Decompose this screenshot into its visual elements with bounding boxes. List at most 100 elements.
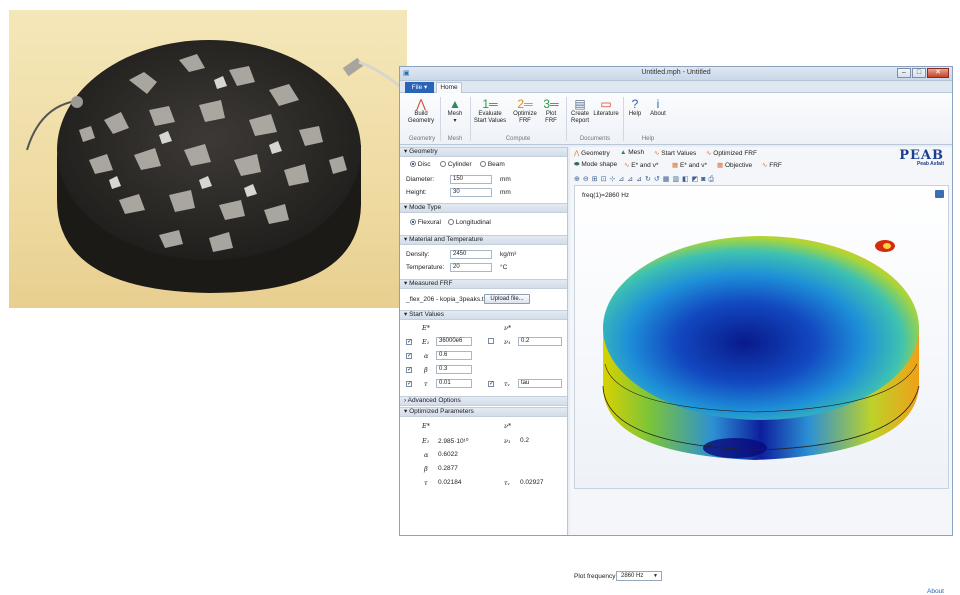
scene-light-icon[interactable]: ◩ xyxy=(692,176,702,183)
longitudinal-radio[interactable] xyxy=(448,219,454,226)
graphics-window[interactable]: freq(1)=2860 Hz xyxy=(574,185,949,489)
file-menu-tab[interactable]: File ▾ xyxy=(405,82,434,93)
group-label-compute: Compute xyxy=(505,136,531,142)
opt-beta-symbol: β xyxy=(424,465,428,473)
mesh-button[interactable]: ▲ Mesh ▾ xyxy=(444,97,466,124)
optimize-frf-button[interactable]: 2═ Optimize FRF xyxy=(511,97,539,124)
help-button[interactable]: ? Help xyxy=(626,97,644,118)
minimize-button[interactable]: – xyxy=(897,68,911,78)
info-icon: i xyxy=(656,97,660,111)
settings-panel: ▾ Geometry Disc Cylinder Beam Diameter: … xyxy=(400,147,568,535)
maximize-button[interactable]: □ xyxy=(912,68,926,78)
cylinder-radio[interactable] xyxy=(440,161,446,168)
diameter-field[interactable]: 150 xyxy=(450,175,492,184)
zoom-box-icon[interactable]: ⊞ xyxy=(592,176,601,183)
reset-view-icon[interactable]: ↺ xyxy=(654,176,663,183)
plot-geometry-button[interactable]: ⋀ Geometry xyxy=(574,149,610,157)
ribbon-tabs: File ▾ Home xyxy=(400,81,952,94)
tau-nu-symbol: τᵥ xyxy=(504,380,511,388)
view-yz-icon[interactable]: ⊿ xyxy=(627,176,636,183)
tau-start-field[interactable]: 0.01 xyxy=(436,379,472,388)
view-zx-icon[interactable]: ⊿ xyxy=(636,176,645,183)
e1-symbol: E₁ xyxy=(422,338,430,346)
e1-checkbox[interactable]: ✓ xyxy=(406,339,412,345)
grid-icon[interactable]: ▦ xyxy=(663,176,673,183)
tau-nu-start-field[interactable]: tau xyxy=(518,379,562,388)
build-geometry-icon: ⋀ xyxy=(416,97,426,111)
temperature-field[interactable]: 20 xyxy=(450,263,492,272)
geometry-section-header[interactable]: ▾ Geometry xyxy=(400,147,567,157)
report-icon: ▤ xyxy=(574,97,586,111)
specimen-photo xyxy=(9,10,407,308)
create-report-button[interactable]: ▤ Create Report xyxy=(569,97,591,124)
tau-checkbox[interactable]: ✓ xyxy=(406,381,412,387)
start-values-section-header[interactable]: ▾ Start Values xyxy=(400,310,567,320)
height-field[interactable]: 30 xyxy=(450,188,492,197)
plot-frequency-label: Plot frequency: xyxy=(574,573,618,580)
mode-shape-plot xyxy=(602,236,920,460)
upload-file-button[interactable]: Upload file... xyxy=(484,294,530,304)
table-icon: ▦ xyxy=(672,162,679,169)
plot-e-nu-curve-button[interactable]: ∿ E* and ν* xyxy=(624,161,658,169)
temperature-label: Temperature: xyxy=(406,264,445,271)
help-icon: ? xyxy=(631,97,639,111)
density-field[interactable]: 2450 xyxy=(450,250,492,259)
mode-flexural-option[interactable]: Flexural xyxy=(410,219,441,226)
plot-start-values-button[interactable]: ∿ Start Values xyxy=(654,149,696,157)
wireframe-icon[interactable]: ▥ xyxy=(672,176,682,183)
close-button[interactable]: ✕ xyxy=(927,68,949,78)
ribbon: ⋀ Build Geometry ▲ Mesh ▾ 1═ Evaluate St… xyxy=(400,93,952,145)
print-icon[interactable]: ⎙ xyxy=(708,176,717,183)
literature-button[interactable]: ▭ Literature xyxy=(593,97,619,118)
about-link[interactable]: About xyxy=(927,588,944,595)
opt-beta-value: 0.2877 xyxy=(438,465,458,472)
disc-radio[interactable] xyxy=(410,161,416,168)
plot-objective-button[interactable]: ▦ Objective xyxy=(717,161,752,169)
optimized-parameters-section-header[interactable]: ▾ Optimized Parameters xyxy=(400,407,567,417)
mode-type-section-header[interactable]: ▾ Mode Type xyxy=(400,203,567,213)
about-button[interactable]: i About xyxy=(648,97,668,118)
opt-alpha-symbol: α xyxy=(424,451,429,459)
alpha-checkbox[interactable]: ✓ xyxy=(406,353,412,359)
height-unit: mm xyxy=(500,189,511,196)
opt-e1-value: 2.985·10¹⁰ xyxy=(438,438,469,445)
material-section-header[interactable]: ▾ Material and Temperature xyxy=(400,235,567,245)
plot-e-nu-table-button[interactable]: ▦ E* and ν* xyxy=(672,161,707,169)
alpha-start-field[interactable]: 0.6 xyxy=(436,351,472,360)
frf-file-name: _flex_206 - kopia_3peaks.txt xyxy=(406,296,489,303)
shape-beam-option[interactable]: Beam xyxy=(480,161,505,168)
opt-nu-column-header: ν* xyxy=(504,422,512,430)
shape-cylinder-option[interactable]: Cylinder xyxy=(440,161,472,168)
beta-checkbox[interactable]: ✓ xyxy=(406,367,412,373)
measured-frf-section-header[interactable]: ▾ Measured FRF xyxy=(400,279,567,289)
plot-mode-shape-button[interactable]: ⬬ Mode shape xyxy=(574,161,617,169)
plot-frequency-select[interactable]: 2860 Hz ▼ xyxy=(616,571,662,581)
evaluate-start-values-button[interactable]: 1═ Evaluate Start Values xyxy=(473,97,507,124)
plot-panel: ⋀ Geometry ▲ Mesh ∿ Start Values ∿ Optim… xyxy=(570,147,952,595)
build-geometry-button[interactable]: ⋀ Build Geometry xyxy=(406,97,436,124)
density-unit: kg/m³ xyxy=(500,251,517,258)
height-label: Height: xyxy=(406,189,427,196)
plot-frf-button[interactable]: 3═ Plot FRF xyxy=(541,97,561,124)
beta-start-field[interactable]: 0.3 xyxy=(436,365,472,374)
advanced-options-section-header[interactable]: › Advanced Options xyxy=(400,396,567,406)
flexural-radio[interactable] xyxy=(410,219,416,226)
e1-start-field[interactable]: 36000e6 xyxy=(436,337,472,346)
zoom-in-icon[interactable]: ⊕ xyxy=(574,176,583,183)
transparency-icon[interactable]: ◧ xyxy=(682,176,692,183)
zoom-extents-icon[interactable]: ⊡ xyxy=(601,176,610,183)
beam-radio[interactable] xyxy=(480,161,486,168)
rotate-icon[interactable]: ↻ xyxy=(645,176,654,183)
nu1-start-field[interactable]: 0.2 xyxy=(518,337,562,346)
tau-nu-checkbox[interactable]: ✓ xyxy=(488,381,494,387)
plot-mesh-button[interactable]: ▲ Mesh xyxy=(620,149,644,156)
plot-frf-button[interactable]: ∿ FRF xyxy=(762,161,782,169)
group-label-geometry: Geometry xyxy=(408,136,436,142)
opt-tau-nu-value: 0.02927 xyxy=(520,479,544,486)
view-xy-icon[interactable]: ⊿ xyxy=(618,176,627,183)
shape-disc-option[interactable]: Disc xyxy=(410,161,430,168)
nu1-checkbox[interactable] xyxy=(488,338,494,344)
mode-longitudinal-option[interactable]: Longitudinal xyxy=(448,219,491,226)
plot-optimized-frf-button[interactable]: ∿ Optimized FRF xyxy=(706,149,757,157)
zoom-out-icon[interactable]: ⊖ xyxy=(583,176,592,183)
